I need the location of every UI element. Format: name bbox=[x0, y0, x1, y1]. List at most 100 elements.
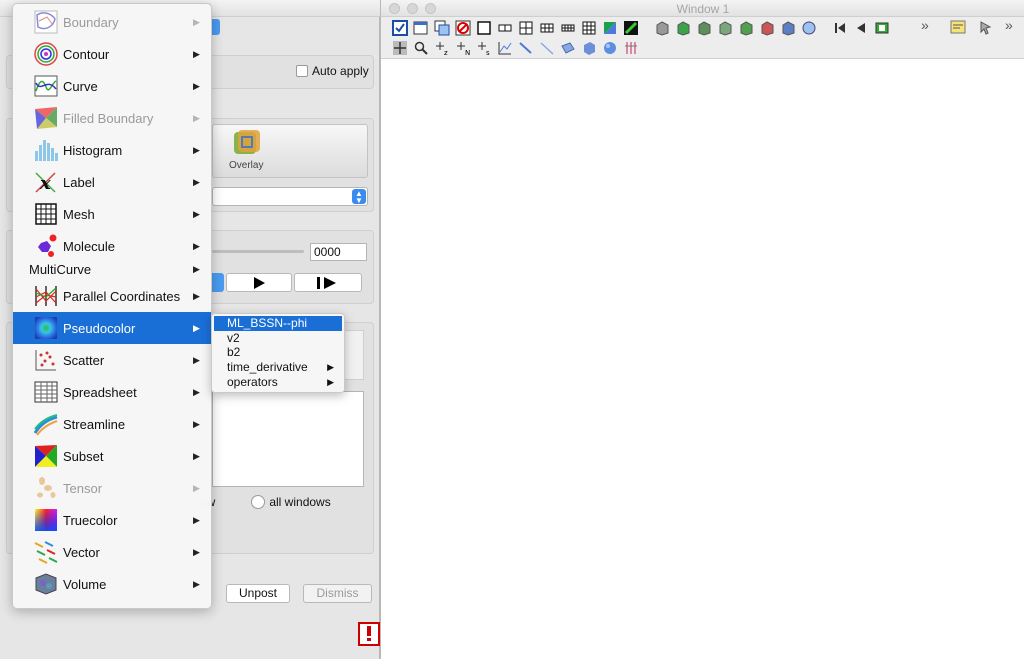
invert-background-icon[interactable] bbox=[601, 19, 619, 36]
zone-pick-icon[interactable]: z bbox=[433, 39, 451, 56]
navigate-icon[interactable] bbox=[391, 39, 409, 56]
menu-item-curve[interactable]: Curve ▶ bbox=[13, 70, 211, 102]
view-box-icon[interactable] bbox=[653, 19, 671, 36]
first-frame-icon[interactable] bbox=[831, 19, 849, 36]
menu-item-label-plot[interactable]: x Label ▶ bbox=[13, 166, 211, 198]
menu-item-mesh[interactable]: Mesh ▶ bbox=[13, 198, 211, 230]
menu-item-label: Parallel Coordinates bbox=[63, 288, 181, 304]
menu-item-vector[interactable]: Vector ▶ bbox=[13, 536, 211, 568]
menu-item-label: Curve bbox=[63, 78, 98, 94]
node-pick-icon[interactable]: N bbox=[454, 39, 472, 56]
menu-item-label: Vector bbox=[63, 544, 100, 560]
menu-item-spreadsheet[interactable]: Spreadsheet ▶ bbox=[13, 376, 211, 408]
menu-item-pseudocolor[interactable]: Pseudocolor ▶ bbox=[13, 312, 211, 344]
submenu-item-time-derivative[interactable]: time_derivative ▶ bbox=[212, 360, 344, 375]
all-windows-radio[interactable] bbox=[251, 495, 266, 509]
plot-list[interactable] bbox=[212, 391, 364, 487]
output-warning-icon[interactable] bbox=[358, 622, 380, 646]
unpost-button[interactable]: Unpost bbox=[226, 584, 290, 603]
submenu-arrow-icon: ▶ bbox=[193, 354, 200, 365]
delete-window-icon[interactable] bbox=[454, 19, 472, 36]
stop-frame-icon[interactable] bbox=[873, 19, 891, 36]
menu-item-tensor[interactable]: Tensor ▶ bbox=[13, 472, 211, 504]
view-top-icon[interactable] bbox=[716, 19, 734, 36]
toolbar-overflow-icon[interactable]: » bbox=[921, 17, 929, 33]
pick-icon[interactable] bbox=[977, 18, 995, 35]
auto-apply-toggle[interactable]: Auto apply bbox=[296, 64, 369, 78]
view-front-icon[interactable] bbox=[674, 19, 692, 36]
play-button[interactable] bbox=[226, 273, 292, 292]
plane-tool-icon[interactable] bbox=[559, 39, 577, 56]
subset-icon bbox=[35, 445, 57, 467]
toolbar-row-1 bbox=[391, 18, 891, 37]
pseudocolor-variable-submenu: ML_BSSN--phi v2 b2 time_derivative ▶ ope… bbox=[211, 313, 345, 393]
lineout-icon[interactable] bbox=[496, 39, 514, 56]
label-icon: x bbox=[35, 172, 56, 194]
menu-item-filled-boundary[interactable]: Filled Boundary ▶ bbox=[13, 102, 211, 134]
submenu-item-label: b2 bbox=[227, 345, 241, 359]
operator-select[interactable]: ▲ ▼ bbox=[212, 187, 368, 206]
menu-item-multicurve[interactable]: MultiCurve ▶ bbox=[13, 258, 211, 280]
submenu-item-operators[interactable]: operators ▶ bbox=[212, 375, 344, 390]
submenu-arrow-icon: ▶ bbox=[193, 322, 200, 333]
menu-item-parallel-coordinates[interactable]: Parallel Coordinates ▶ bbox=[13, 280, 211, 312]
menu-item-boundary[interactable]: Boundary ▶ bbox=[13, 6, 211, 38]
menu-item-streamline[interactable]: Streamline ▶ bbox=[13, 408, 211, 440]
prev-frame-icon[interactable] bbox=[852, 19, 870, 36]
line-draw-icon[interactable] bbox=[538, 39, 556, 56]
step-forward-button[interactable] bbox=[294, 273, 362, 292]
submenu-item-v2[interactable]: v2 bbox=[212, 331, 344, 346]
window-scope-row: ow all windows bbox=[200, 495, 331, 509]
axis-restrict-icon[interactable] bbox=[622, 39, 640, 56]
menu-item-label: Volume bbox=[63, 576, 107, 592]
streamline-icon bbox=[33, 414, 58, 436]
menu-item-histogram[interactable]: Histogram ▶ bbox=[13, 134, 211, 166]
dismiss-button[interactable]: Dismiss bbox=[303, 584, 372, 603]
auto-apply-label: Auto apply bbox=[312, 64, 369, 78]
layout-2x4-icon[interactable] bbox=[559, 19, 577, 36]
menu-item-truecolor[interactable]: Truecolor ▶ bbox=[13, 504, 211, 536]
add-button[interactable] bbox=[212, 19, 220, 35]
menu-item-scatter[interactable]: Scatter ▶ bbox=[13, 344, 211, 376]
menu-item-subset[interactable]: Subset ▶ bbox=[13, 440, 211, 472]
active-window-icon[interactable] bbox=[391, 19, 409, 36]
submenu-item-b2[interactable]: b2 bbox=[212, 345, 344, 360]
box-tool-icon[interactable] bbox=[580, 39, 598, 56]
toolbar-overflow-2-icon[interactable]: » bbox=[1005, 17, 1013, 33]
submenu-arrow-icon: ▶ bbox=[193, 208, 200, 219]
annotation-icon[interactable] bbox=[949, 18, 967, 35]
view-side-icon[interactable] bbox=[695, 19, 713, 36]
menu-item-label: Truecolor bbox=[63, 512, 118, 528]
menu-item-volume[interactable]: Volume ▶ bbox=[13, 568, 211, 600]
layout-2x2-icon[interactable] bbox=[517, 19, 535, 36]
new-window-icon[interactable] bbox=[412, 19, 430, 36]
spin-mode-icon[interactable] bbox=[622, 19, 640, 36]
layout-1x2-icon[interactable] bbox=[496, 19, 514, 36]
time-slider[interactable] bbox=[212, 250, 304, 253]
window-1-title: Window 1 bbox=[676, 2, 730, 16]
stop-button[interactable] bbox=[212, 273, 224, 292]
submenu-item-ml-bssn-phi[interactable]: ML_BSSN--phi bbox=[214, 316, 342, 331]
lock-view-icon[interactable] bbox=[800, 19, 818, 36]
menu-item-contour[interactable]: Contour ▶ bbox=[13, 38, 211, 70]
view-blue-icon[interactable] bbox=[779, 19, 797, 36]
view-angle-icon[interactable] bbox=[737, 19, 755, 36]
contour-icon bbox=[34, 42, 58, 66]
line-tool-icon[interactable] bbox=[517, 39, 535, 56]
layout-3x3-icon[interactable] bbox=[580, 19, 598, 36]
layout-1x1-icon[interactable] bbox=[475, 19, 493, 36]
zoom-icon[interactable] bbox=[412, 39, 430, 56]
spreadsheet-pick-icon[interactable]: s bbox=[475, 39, 493, 56]
sphere-tool-icon[interactable] bbox=[601, 39, 619, 56]
filled-boundary-icon bbox=[35, 107, 57, 129]
clone-window-icon[interactable] bbox=[433, 19, 451, 36]
auto-apply-checkbox[interactable] bbox=[296, 65, 308, 77]
menu-item-label: MultiCurve bbox=[29, 261, 92, 277]
overlay-label: Overlay bbox=[229, 160, 264, 171]
layout-2x3-icon[interactable] bbox=[538, 19, 556, 36]
view-red-icon[interactable] bbox=[758, 19, 776, 36]
submenu-arrow-icon: ▶ bbox=[193, 263, 200, 274]
menu-item-label: Streamline bbox=[63, 416, 126, 432]
svg-text:x: x bbox=[39, 173, 51, 194]
frame-input[interactable]: 0000 bbox=[310, 243, 367, 261]
